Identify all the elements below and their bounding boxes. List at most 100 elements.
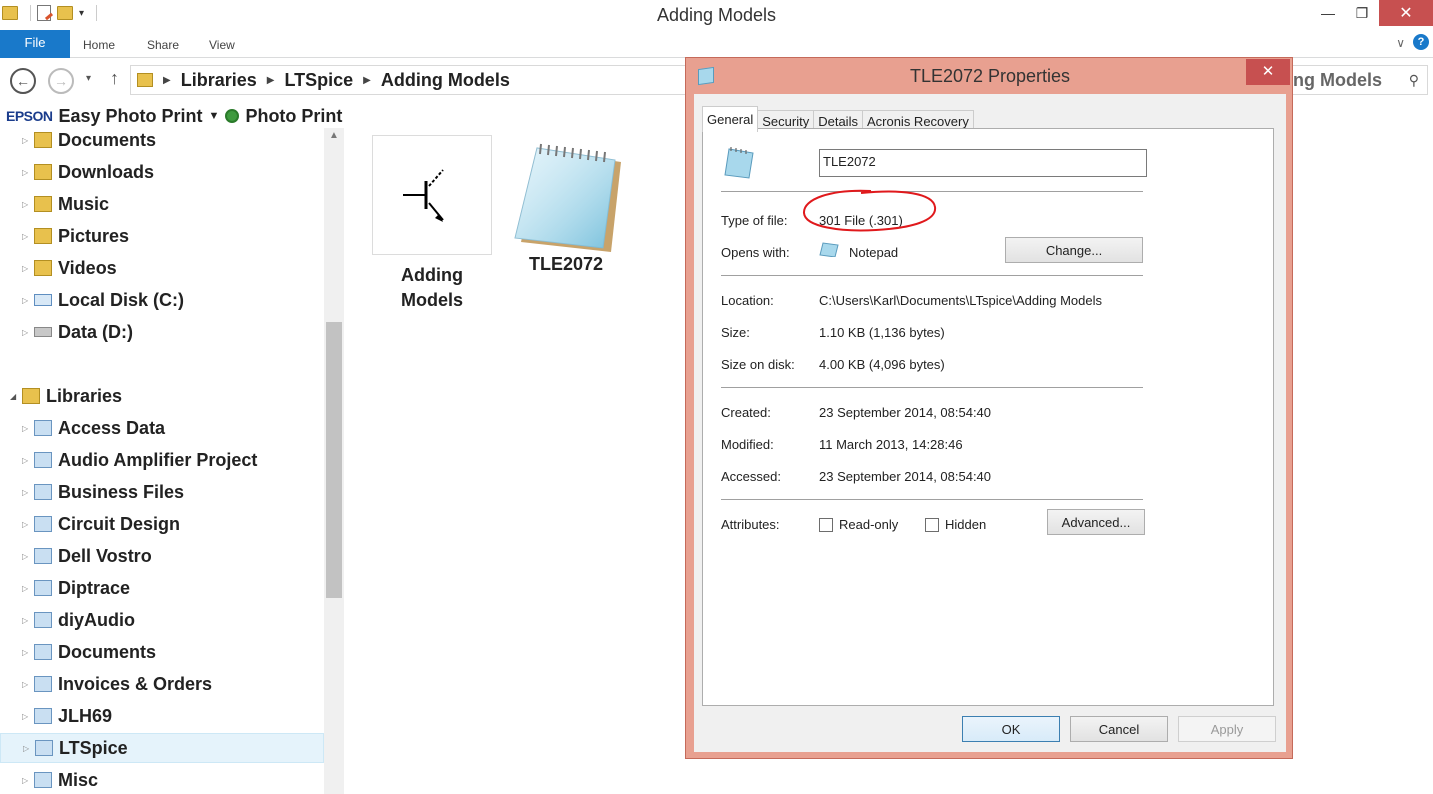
tab-view[interactable]: View xyxy=(209,38,235,52)
tab-home[interactable]: Home xyxy=(83,38,115,52)
change-button[interactable]: Change... xyxy=(1005,237,1143,263)
file-view: Adding Models TLE2072 xyxy=(344,128,684,794)
search-icon[interactable]: ⚲ xyxy=(1409,72,1419,89)
expand-arrow-icon[interactable]: ▷ xyxy=(22,552,32,561)
expand-arrow-icon[interactable]: ▷ xyxy=(22,456,32,465)
expand-arrow-icon[interactable]: ▷ xyxy=(22,712,32,721)
tab-file[interactable]: File xyxy=(0,30,70,58)
location-value: C:\Users\Karl\Documents\LTspice\Adding M… xyxy=(819,293,1102,308)
expand-arrow-icon[interactable]: ▷ xyxy=(22,424,32,433)
expand-arrow-icon[interactable]: ▷ xyxy=(22,776,32,785)
ok-button[interactable]: OK xyxy=(962,716,1060,742)
accessed-label: Accessed: xyxy=(721,469,781,484)
nav-item-documents[interactable]: ▷ Documents xyxy=(0,128,324,155)
breadcrumb-libraries[interactable]: Libraries xyxy=(181,70,257,91)
nav-item-jlh69[interactable]: ▷ JLH69 xyxy=(0,701,324,731)
folder-icon xyxy=(34,132,52,148)
breadcrumb-ltspice[interactable]: LTSpice xyxy=(284,70,353,91)
attributes-label: Attributes: xyxy=(721,517,780,532)
file-thumbnail xyxy=(372,135,492,255)
file-item-tle2072[interactable]: TLE2072 xyxy=(506,142,626,277)
chevron-down-icon[interactable]: ▼ xyxy=(209,110,220,122)
expand-arrow-icon[interactable]: ▷ xyxy=(22,168,32,177)
nav-item-misc[interactable]: ▷ Misc xyxy=(0,765,324,794)
nav-item-label: Pictures xyxy=(58,225,130,246)
nav-item-pictures[interactable]: ▷ Pictures xyxy=(0,221,324,251)
file-item-adding-models[interactable]: Adding Models xyxy=(372,135,492,313)
advanced-button[interactable]: Advanced... xyxy=(1047,509,1145,535)
nav-item-dell-vostro[interactable]: ▷ Dell Vostro xyxy=(0,541,324,571)
read-only-checkbox[interactable]: Read-only xyxy=(819,517,898,532)
back-button[interactable]: ← xyxy=(10,68,36,94)
hidden-checkbox[interactable]: Hidden xyxy=(925,517,986,532)
expand-arrow-icon[interactable]: ▷ xyxy=(22,648,32,657)
scroll-up-icon[interactable]: ▲ xyxy=(329,130,339,141)
nav-scrollbar[interactable]: ▲ xyxy=(324,128,344,794)
nav-item-label: Documents xyxy=(58,641,157,662)
breadcrumb-arrow-icon[interactable]: ▶ xyxy=(267,75,275,86)
expand-arrow-icon[interactable]: ▷ xyxy=(22,232,32,241)
checkbox-box[interactable] xyxy=(925,517,939,532)
close-button[interactable]: ✕ xyxy=(1379,0,1433,26)
nav-item-diyaudio[interactable]: ▷ diyAudio xyxy=(0,605,324,635)
help-icon[interactable]: ? xyxy=(1413,34,1429,50)
breadcrumb-arrow-icon[interactable]: ▶ xyxy=(363,75,371,86)
nav-item-label: Misc xyxy=(58,769,99,790)
search-input[interactable]: ng Models ⚲ xyxy=(1290,65,1428,95)
nav-item-label: LTSpice xyxy=(59,737,128,758)
expand-arrow-icon[interactable]: ▷ xyxy=(22,296,32,305)
dialog-close-button[interactable]: ✕ xyxy=(1246,59,1290,85)
nav-item-documents-library[interactable]: ▷ Documents xyxy=(0,637,324,667)
size-on-disk-label: Size on disk: xyxy=(721,357,795,372)
file-name-field[interactable]: TLE2072 xyxy=(819,149,1147,177)
apply-button[interactable]: Apply xyxy=(1178,716,1276,742)
expand-arrow-icon[interactable]: ▷ xyxy=(22,680,32,689)
nav-item-libraries[interactable]: ◢ Libraries xyxy=(0,381,324,411)
nav-item-music[interactable]: ▷ Music xyxy=(0,189,324,219)
breadcrumb-adding-models[interactable]: Adding Models xyxy=(381,70,510,91)
divider xyxy=(721,387,1143,388)
breadcrumb-arrow-icon[interactable]: ▶ xyxy=(163,75,171,86)
nav-item-invoices-orders[interactable]: ▷ Invoices & Orders xyxy=(0,669,324,699)
expand-ribbon-icon[interactable]: ∨ xyxy=(1396,36,1405,50)
tab-general[interactable]: General xyxy=(702,106,759,132)
nav-item-diptrace[interactable]: ▷ Diptrace xyxy=(0,573,324,603)
dialog-title: TLE2072 Properties xyxy=(909,66,1071,86)
hidden-label: Hidden xyxy=(945,517,987,532)
nav-item-videos[interactable]: ▷ Videos xyxy=(0,253,324,283)
expand-arrow-icon[interactable]: ▷ xyxy=(22,520,32,529)
nav-item-business-files[interactable]: ▷ Business Files xyxy=(0,477,324,507)
nav-item-audio-amplifier-project[interactable]: ▷ Audio Amplifier Project xyxy=(0,445,324,475)
photo-print-button[interactable]: Photo Print xyxy=(245,106,342,127)
checkbox-box[interactable] xyxy=(819,517,833,532)
expand-arrow-icon[interactable]: ▷ xyxy=(22,488,32,497)
expand-arrow-icon[interactable]: ▷ xyxy=(23,744,33,753)
nav-item-label: Libraries xyxy=(46,385,123,406)
nav-item-circuit-design[interactable]: ▷ Circuit Design xyxy=(0,509,324,539)
expand-arrow-icon[interactable]: ▷ xyxy=(22,200,32,209)
nav-item-data-d[interactable]: ▷ Data (D:) xyxy=(0,317,324,347)
nav-item-access-data[interactable]: ▷ Access Data xyxy=(0,413,324,443)
minimize-button[interactable]: — xyxy=(1311,0,1345,26)
collapse-arrow-icon[interactable]: ◢ xyxy=(10,392,20,401)
nav-item-label: Downloads xyxy=(58,161,155,182)
up-button[interactable]: ↑ xyxy=(110,68,119,89)
scrollbar-thumb[interactable] xyxy=(326,322,342,598)
nav-item-ltspice[interactable]: ▷ LTSpice xyxy=(0,733,324,763)
expand-arrow-icon[interactable]: ▷ xyxy=(22,136,32,145)
nav-item-downloads[interactable]: ▷ Downloads xyxy=(0,157,324,187)
recent-locations-icon[interactable]: ▾ xyxy=(86,73,91,84)
cancel-button[interactable]: Cancel xyxy=(1070,716,1168,742)
easy-photo-print-button[interactable]: Easy Photo Print xyxy=(59,106,203,127)
nav-item-label: Business Files xyxy=(58,481,185,502)
expand-arrow-icon[interactable]: ▷ xyxy=(22,328,32,337)
nav-item-local-disk-c[interactable]: ▷ Local Disk (C:) xyxy=(0,285,324,315)
expand-arrow-icon[interactable]: ▷ xyxy=(22,264,32,273)
address-bar[interactable]: ▶ Libraries ▶ LTSpice ▶ Adding Models xyxy=(130,65,690,95)
expand-arrow-icon[interactable]: ▷ xyxy=(22,616,32,625)
tab-share[interactable]: Share xyxy=(147,38,179,52)
forward-button[interactable]: → xyxy=(48,68,74,94)
library-icon xyxy=(34,676,52,692)
maximize-button[interactable]: ❐ xyxy=(1345,0,1379,26)
expand-arrow-icon[interactable]: ▷ xyxy=(22,584,32,593)
